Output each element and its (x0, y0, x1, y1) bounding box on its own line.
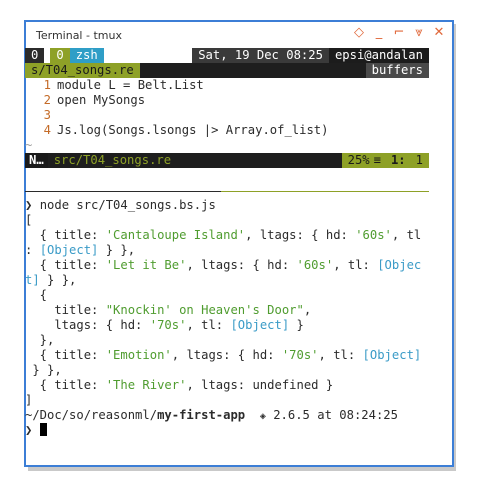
line-number: 1 (43, 78, 51, 92)
empty-line-marker: ~ (25, 138, 33, 152)
prompt-icon: ❯ (25, 198, 33, 212)
shade-button[interactable]: ⩔ (412, 25, 426, 41)
output-line: title: "Knockin' on Heaven's Door", (25, 303, 312, 317)
at-label: at (317, 408, 332, 422)
output-line: t] } }, (25, 273, 77, 287)
output-line: { (25, 288, 48, 302)
cwd-prefix: ~/Doc/so/reasonml/ (25, 408, 158, 422)
line-text: module L = Belt.List (57, 78, 204, 92)
close-button[interactable]: ✕ (432, 25, 446, 41)
line-number: 4 (43, 123, 51, 137)
output-line: ] (25, 393, 33, 407)
output-string: '60s' (296, 258, 334, 272)
sticky-icon[interactable]: ◇ (352, 25, 366, 41)
prompt-info-line: ~/Doc/so/reasonml/my-first-app ◈ 2.6.5 a… (25, 408, 429, 423)
output-string: 'Emotion' (105, 348, 172, 362)
tmux-window-index[interactable]: 0 (50, 48, 70, 63)
pane-separator[interactable] (25, 183, 429, 198)
buffers-label: buffers (365, 63, 429, 78)
output-line: ltags: { hd: '70s', tl: [Object] } (25, 318, 304, 332)
shell-prompt-line[interactable]: ❯ (25, 423, 429, 438)
output-object: [Objec (377, 258, 422, 272)
tmux-user-host: epsi@andalan (328, 48, 429, 63)
editor-line[interactable]: 1 module L = Belt.List (25, 78, 429, 93)
editor-file-tab[interactable]: s/T04_songs.re (25, 63, 140, 78)
output-object: t] (25, 273, 40, 287)
editor-percent: 25% (341, 153, 374, 168)
cwd-last: my-first-app (157, 408, 246, 422)
editor-tabline: s/T04_songs.re buffers (25, 63, 429, 78)
prompt-time: 08:24:25 (339, 408, 398, 422)
ruby-icon: ◈ (259, 411, 266, 422)
maximize-button[interactable]: ⌐ (392, 25, 406, 41)
output-line: [ (25, 213, 33, 227)
output-line: }, (25, 333, 55, 347)
editor-line[interactable]: 4 Js.log(Songs.lsongs |> Array.of_list) (25, 123, 429, 138)
line-number: 2 (43, 93, 51, 107)
window-controls: ◇ _ ⌐ ⩔ ✕ (352, 25, 446, 41)
output-string: '70s' (281, 348, 319, 362)
minimize-button[interactable]: _ (372, 25, 386, 41)
line-number: 3 (43, 108, 51, 122)
output-line: } }, (25, 363, 62, 377)
output-line: { title: 'The River', ltags: undefined } (25, 378, 334, 392)
output-string: 'Cantaloupe Island' (105, 228, 246, 242)
cursor (39, 423, 47, 436)
editor-status-file: src/T04_songs.re (47, 153, 178, 168)
terminal-content[interactable]: 0 0 zsh Sat, 19 Dec 08:25 epsi@andalan s… (25, 48, 429, 438)
output-string: '60s' (355, 228, 392, 242)
tmux-window-name[interactable]: zsh (69, 48, 104, 63)
output-string: "Knockin' on Heaven's Door" (105, 303, 304, 317)
prompt-icon: ❯ (25, 423, 33, 437)
shell-command-line[interactable]: ❯ node src/T04_songs.bs.js (25, 198, 429, 213)
output-string: '70s' (149, 318, 187, 332)
tmux-status-bar: 0 0 zsh Sat, 19 Dec 08:25 epsi@andalan (25, 48, 429, 63)
window-title: Terminal - tmux (36, 29, 122, 42)
output-line: : [Object] } }, (25, 243, 136, 257)
line-text: open MySongs (57, 93, 146, 107)
ruby-version: 2.6.5 (273, 408, 310, 422)
editor-line[interactable]: 3 (25, 108, 429, 123)
output-string: 'Let it Be' (105, 258, 187, 272)
output-object: [Object] (362, 348, 422, 362)
editor-line-pos: 1: (386, 153, 410, 168)
shell-command: node src/T04_songs.bs.js (39, 198, 216, 212)
title-bar[interactable]: Terminal - tmux ◇ _ ⌐ ⩔ ✕ (26, 22, 452, 50)
editor-col-pos: 1 (409, 153, 429, 168)
tmux-session-index[interactable]: 0 (25, 48, 45, 63)
editor-statusline: N… src/T04_songs.re 25% ≡ 1: 1 (25, 153, 429, 168)
editor-mode: N… (25, 153, 48, 168)
output-line: { title: 'Let it Be', ltags: { hd: '60s'… (25, 258, 422, 272)
output-string: 'The River' (105, 378, 187, 392)
output-line: { title: 'Emotion', ltags: { hd: '70s', … (25, 348, 422, 362)
editor-line[interactable]: 2 open MySongs (25, 93, 429, 108)
output-object: [Object] (230, 318, 290, 332)
output-line: { title: 'Cantaloupe Island', ltags: { h… (25, 228, 422, 242)
output-object: [Object] (39, 243, 99, 257)
tmux-datetime: Sat, 19 Dec 08:25 (192, 48, 329, 63)
line-text: Js.log(Songs.lsongs |> Array.of_list) (57, 123, 329, 137)
lines-icon: ≡ (373, 153, 387, 168)
